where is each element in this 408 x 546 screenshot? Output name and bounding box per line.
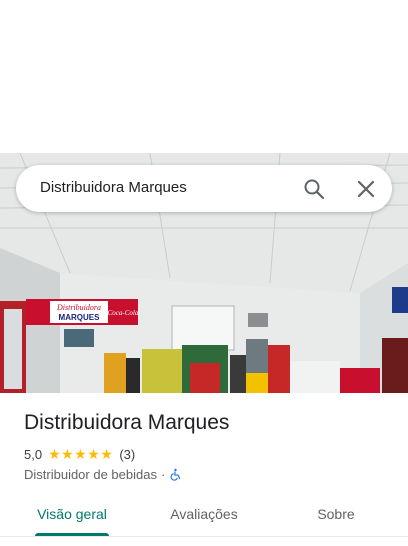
store-sign: Distribuidora MARQUES Coca-Cola — [26, 299, 139, 325]
rating-row[interactable]: 5,0 ★★★★★ (3) — [24, 446, 135, 463]
search-icon[interactable] — [302, 177, 326, 201]
place-info-panel: Distribuidora Marques 5,0 ★★★★★ (3) Dist… — [0, 393, 408, 546]
category-row: Distribuidor de bebidas · — [24, 467, 182, 482]
star-rating-icon: ★★★★★ — [48, 446, 114, 462]
separator-dot: · — [160, 467, 166, 482]
wheelchair-icon — [170, 468, 181, 481]
tabs-divider — [0, 536, 408, 537]
review-count[interactable]: (3) — [119, 447, 135, 462]
sign-line2: MARQUES — [59, 313, 101, 322]
blank-area — [0, 0, 408, 153]
place-category: Distribuidor de bebidas — [24, 467, 157, 482]
close-icon[interactable] — [354, 177, 378, 201]
sign-brand: Coca-Cola — [108, 309, 139, 317]
sign-line1: Distribuidora — [56, 303, 101, 312]
tab-bar: Visão geral Avaliações Sobre — [0, 496, 408, 536]
tab-overview[interactable]: Visão geral — [24, 496, 120, 536]
tab-reviews[interactable]: Avaliações — [154, 496, 254, 536]
place-title: Distribuidora Marques — [24, 411, 230, 434]
rating-value: 5,0 — [24, 447, 43, 462]
search-input[interactable]: Distribuidora Marques — [40, 179, 187, 196]
search-bar[interactable]: Distribuidora Marques — [16, 165, 392, 212]
tab-about[interactable]: Sobre — [296, 496, 376, 536]
